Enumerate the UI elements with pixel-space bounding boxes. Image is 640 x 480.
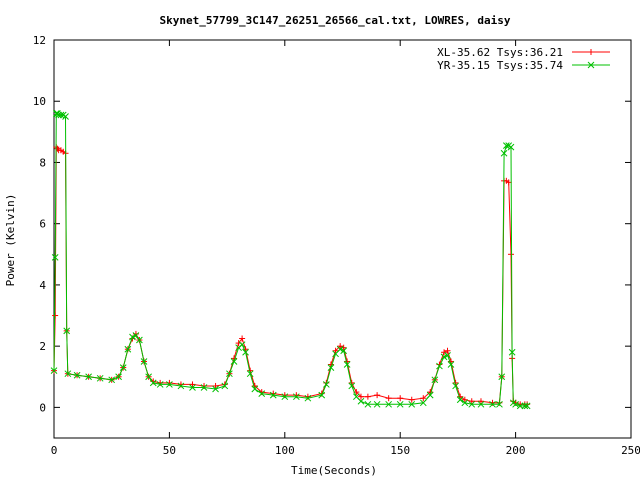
y-axis: 0 2 4 6 8 10 12: [33, 34, 631, 414]
y-tick-label: 4: [39, 279, 46, 292]
y-tick-label: 2: [39, 340, 46, 353]
plot-area-frame: [53, 39, 632, 439]
y-tick-label: 6: [39, 218, 46, 231]
series-layer: [50, 110, 531, 410]
series-line: [53, 113, 528, 407]
x-tick-label: 250: [621, 444, 640, 457]
data-point: [477, 398, 484, 405]
y-tick-label: 10: [33, 95, 46, 108]
legend-label: YR-35.15 Tsys:35.74: [437, 59, 563, 72]
y-tick-label: 0: [39, 401, 46, 414]
y-tick-label: 12: [33, 34, 46, 47]
x-tick-label: 100: [275, 444, 295, 457]
legend-marker: [588, 49, 594, 55]
data-point: [507, 251, 514, 258]
y-tick-label: 8: [39, 156, 46, 169]
data-point: [374, 392, 381, 399]
data-point: [189, 381, 196, 388]
x-tick-label: 0: [51, 444, 58, 457]
series-2: [50, 110, 531, 410]
data-point: [52, 312, 59, 319]
x-axis: 0 50 100 150 200 250: [51, 40, 640, 457]
chart-title: Skynet_57799_3C147_26251_26566_cal.txt, …: [160, 14, 511, 27]
data-point: [364, 393, 371, 400]
y-axis-label: Power (Kelvin): [4, 194, 17, 287]
data-point: [385, 395, 392, 402]
legend-label: XL-35.62 Tsys:36.21: [437, 46, 563, 59]
x-axis-label: Time(Seconds): [291, 464, 377, 477]
x-tick-label: 50: [163, 444, 176, 457]
data-point: [397, 395, 404, 402]
x-tick-label: 200: [506, 444, 526, 457]
x-tick-label: 150: [390, 444, 410, 457]
data-point: [54, 145, 61, 152]
legend: XL-35.62 Tsys:36.21YR-35.15 Tsys:35.74: [437, 46, 610, 72]
chart: Skynet_57799_3C147_26251_26566_cal.txt, …: [4, 14, 640, 477]
